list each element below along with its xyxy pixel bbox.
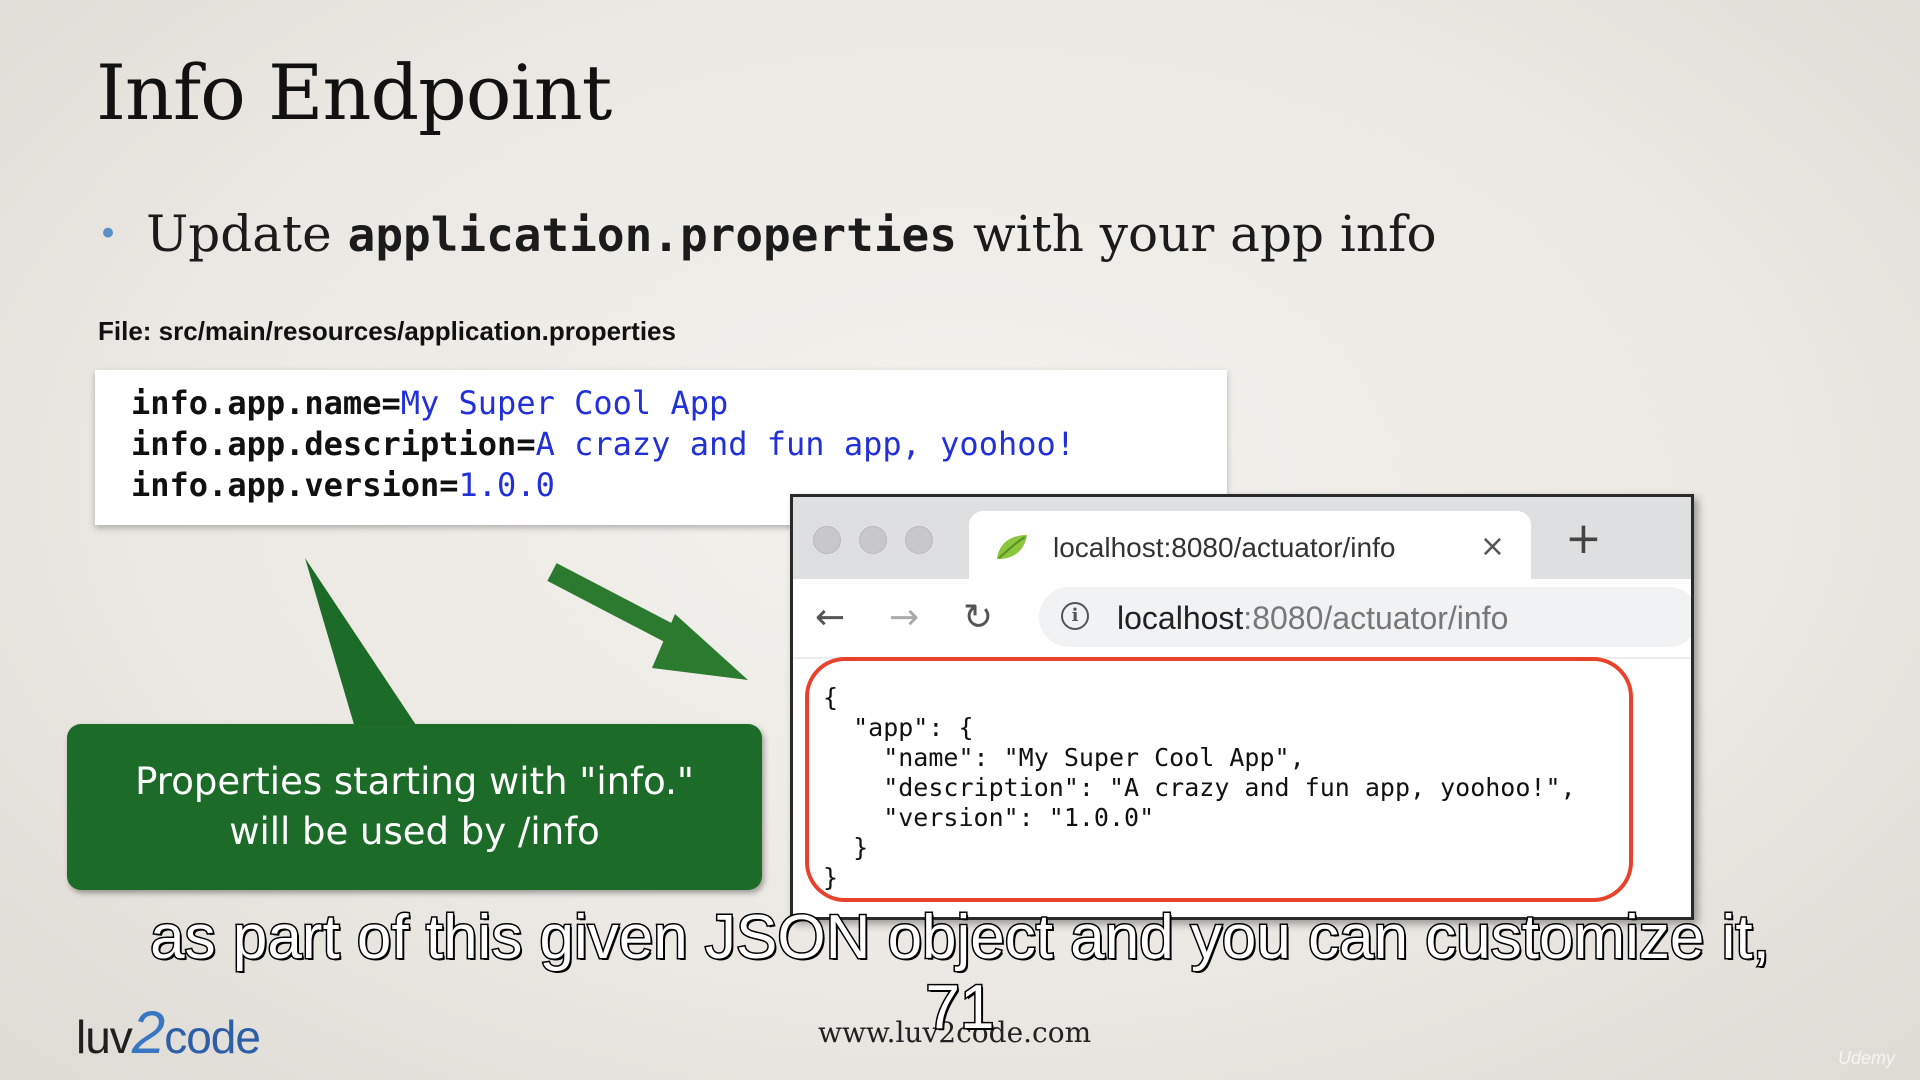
back-icon[interactable]: ← (815, 597, 845, 638)
window-minimize-dot[interactable] (859, 526, 887, 554)
reload-icon[interactable]: ↻ (963, 597, 993, 638)
callout-line: will be used by /info (229, 810, 600, 853)
browser-tab[interactable]: localhost:8080/actuator/info × (969, 511, 1531, 579)
url-path: :8080/actuator/info (1243, 600, 1509, 636)
new-tab-button[interactable]: + (1565, 517, 1602, 561)
highlight-box (805, 657, 1633, 902)
browser-toolbar: ← → ↻ i localhost:8080/actuator/info (793, 579, 1691, 659)
callout-line: Properties starting with "info." (135, 760, 694, 803)
callout-box: Properties starting with "info." will be… (67, 724, 762, 890)
window-zoom-dot[interactable] (905, 526, 933, 554)
callout-pointer (305, 558, 418, 728)
url-host: localhost (1117, 600, 1244, 636)
subtitle-line: as part of this given JSON object and yo… (149, 903, 1772, 972)
tab-close-icon[interactable]: × (1480, 529, 1505, 564)
forward-icon[interactable]: → (889, 597, 919, 638)
window-close-dot[interactable] (813, 526, 841, 554)
watermark: Udemy (1838, 1048, 1896, 1068)
address-bar[interactable]: i localhost:8080/actuator/info (1039, 587, 1691, 647)
spring-leaf-icon (997, 535, 1027, 559)
url-text: localhost:8080/actuator/info (1117, 600, 1508, 637)
tab-bar: localhost:8080/actuator/info × + (793, 497, 1691, 579)
browser-window: localhost:8080/actuator/info × + ← → ↻ i… (790, 494, 1694, 920)
subtitle-line: 71 (924, 973, 996, 1042)
tab-title: localhost:8080/actuator/info (1053, 532, 1396, 563)
site-info-icon[interactable]: i (1061, 602, 1089, 630)
